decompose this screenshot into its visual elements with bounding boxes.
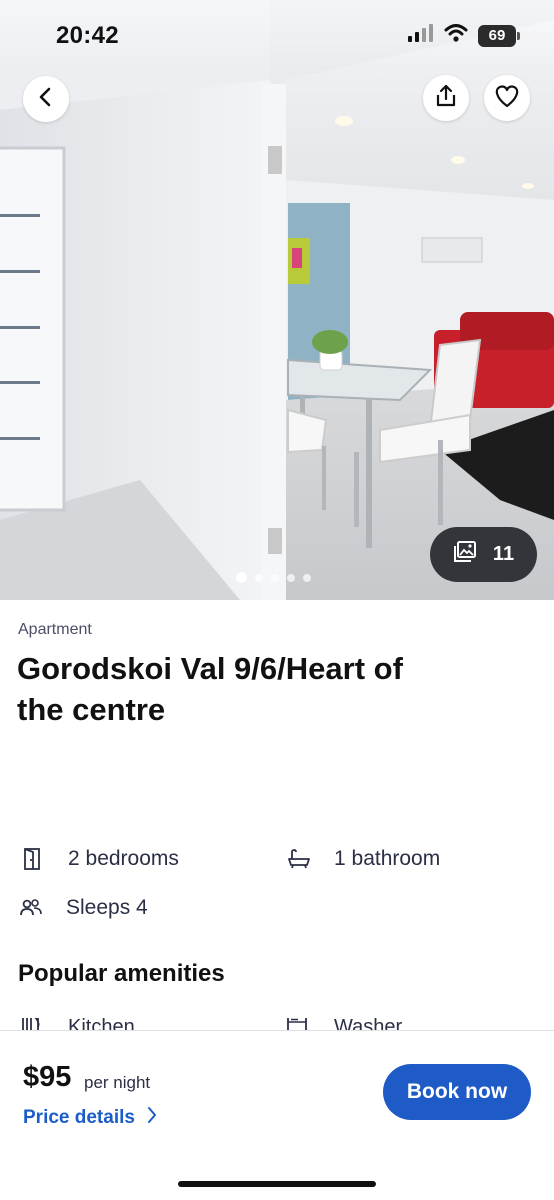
people-icon [18,895,44,921]
chevron-left-icon [37,86,55,113]
carousel-dots [236,572,311,583]
per-night-label: per night [84,1073,151,1092]
chevron-right-icon [147,1106,157,1130]
status-time: 20:42 [56,22,119,49]
listing-photo-carousel[interactable]: 20:42 69 11 [0,0,554,600]
booking-bar: $95 per night Price details Book now [0,1030,554,1200]
listing-title: Gorodskoi Val 9/6/Heart of the centre [17,651,403,728]
door-icon [20,846,46,872]
carousel-dot[interactable] [271,573,279,582]
nightly-price: $95 [23,1061,72,1093]
price-details-link[interactable]: Price details [23,1106,157,1130]
gallery-icon [453,541,477,568]
fact-sleeps: Sleeps 4 [18,895,148,921]
fact-bedrooms: 2 bedrooms [20,846,179,872]
carousel-dot-active[interactable] [236,572,247,583]
book-now-button[interactable]: Book now [383,1064,531,1120]
carousel-dot[interactable] [255,573,263,582]
share-icon [433,83,459,114]
bathtub-icon [286,846,312,872]
status-icons: 69 [408,24,520,47]
photo-count: 11 [492,543,515,565]
share-button[interactable] [423,75,469,121]
fact-bathrooms: 1 bathroom [286,846,440,872]
listing-photo [0,0,554,600]
carousel-dot[interactable] [303,573,311,582]
home-indicator[interactable] [178,1181,376,1187]
signal-icon [408,24,434,47]
status-bar: 20:42 69 [0,0,554,70]
carousel-dot[interactable] [287,573,295,582]
property-type: Apartment [18,621,92,638]
bedrooms-text: 2 bedrooms [68,847,179,870]
gallery-button[interactable]: 11 [430,527,537,582]
back-button[interactable] [23,76,69,122]
sleeps-text: Sleeps 4 [66,896,148,919]
bathrooms-text: 1 bathroom [334,847,441,870]
amenities-heading: Popular amenities [18,960,225,987]
favorite-button[interactable] [484,75,530,121]
battery-indicator: 69 [478,24,520,47]
wifi-icon [444,24,468,47]
heart-icon [493,83,521,114]
price-details-label: Price details [23,1107,135,1128]
